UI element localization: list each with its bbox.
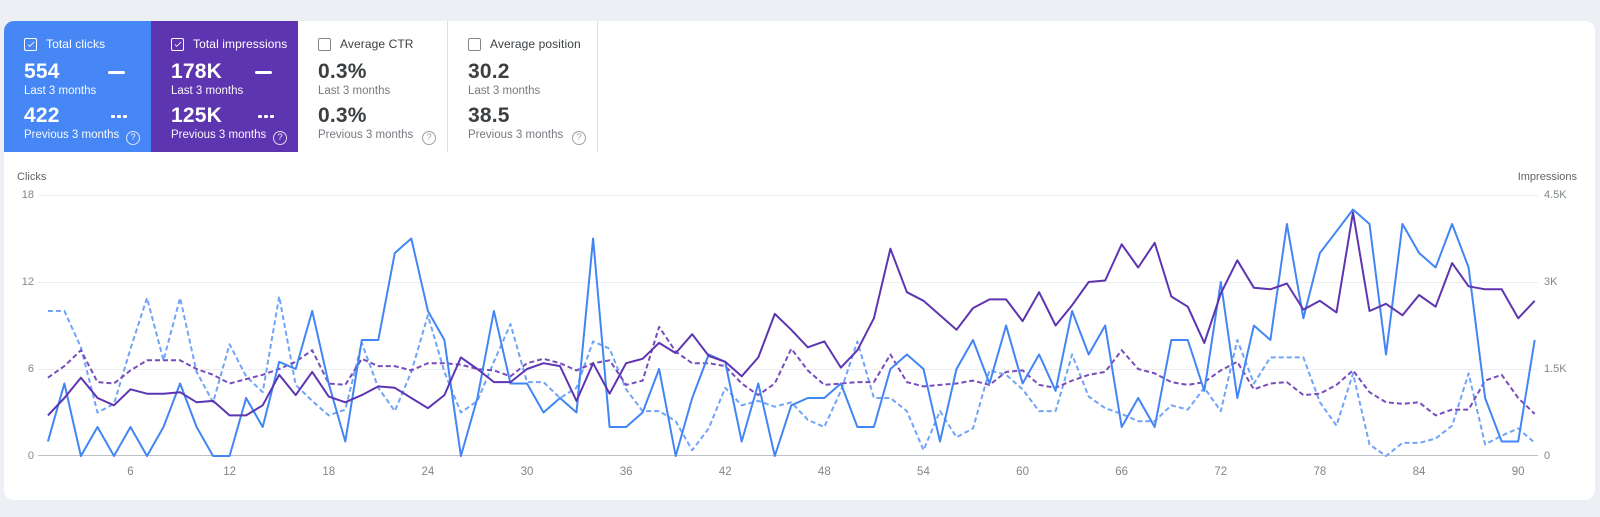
primary-value: 30.2 xyxy=(468,60,510,83)
secondary-caption: Previous 3 months xyxy=(24,129,120,141)
x-axis-tick: 60 xyxy=(1016,466,1029,478)
x-axis-tick: 48 xyxy=(817,466,831,478)
secondary-value: 422 xyxy=(24,104,60,127)
x-axis-tick: 66 xyxy=(1115,466,1129,478)
series-line-clicks-previous xyxy=(47,295,1536,457)
dashed-line-legend-icon xyxy=(111,114,127,118)
help-icon[interactable]: ? xyxy=(422,131,436,145)
chart-series-layer xyxy=(46,208,1536,457)
x-axis-tick: 12 xyxy=(223,466,237,478)
x-axis-tick: 18 xyxy=(322,466,336,478)
primary-caption: Last 3 months xyxy=(24,85,97,97)
metric-card-total-clicks[interactable]: Total clicks 554 Last 3 months 422 Previ… xyxy=(4,21,151,152)
secondary-caption: Previous 3 months xyxy=(468,129,564,141)
x-axis-labels: 6 12 18 24 30 36 42 48 54 60 66 72 78 84 90 xyxy=(38,466,1538,482)
x-axis-tick: 90 xyxy=(1511,466,1525,478)
x-axis-tick: 54 xyxy=(917,466,930,478)
series-line-impressions-current xyxy=(47,211,1536,417)
solid-line-legend-icon xyxy=(255,70,272,74)
checkbox-average-position-unchecked-icon[interactable] xyxy=(468,37,481,51)
x-axis-tick: 36 xyxy=(619,466,633,478)
primary-value: 554 xyxy=(24,60,60,83)
left-axis-title: Clicks xyxy=(17,171,47,183)
metric-card-average-ctr[interactable]: Average CTR 0.3% Last 3 months 0.3% Prev… xyxy=(298,21,448,152)
left-axis-tick: 6 xyxy=(27,363,34,375)
page-background: { "metric_cards": [ { "id":"total-clicks… xyxy=(0,0,1600,517)
x-axis-tick: 78 xyxy=(1313,466,1327,478)
metric-cards-row: Total clicks 554 Last 3 months 422 Previ… xyxy=(4,21,598,152)
checkbox-total-clicks-checked-icon[interactable] xyxy=(24,37,37,51)
right-axis-title: Impressions xyxy=(1517,171,1577,183)
x-axis-tick: 42 xyxy=(718,466,732,478)
performance-line-chart[interactable] xyxy=(38,195,1538,457)
x-axis-tick: 6 xyxy=(127,466,134,478)
checkbox-average-ctr-unchecked-icon[interactable] xyxy=(318,37,331,51)
secondary-caption: Previous 3 months xyxy=(171,129,267,141)
x-axis-tick: 72 xyxy=(1214,466,1228,478)
secondary-value: 38.5 xyxy=(468,104,510,127)
right-axis-tick: 4.5K xyxy=(1544,189,1567,201)
secondary-value: 0.3% xyxy=(318,104,367,127)
help-icon[interactable]: ? xyxy=(273,131,287,145)
primary-caption: Last 3 months xyxy=(468,85,541,97)
help-icon[interactable]: ? xyxy=(126,131,140,145)
primary-caption: Last 3 months xyxy=(171,85,244,97)
secondary-caption: Previous 3 months xyxy=(318,129,414,141)
secondary-value: 125K xyxy=(171,104,223,127)
series-line-clicks-current xyxy=(46,208,1536,457)
card-label: Total clicks xyxy=(46,37,106,51)
primary-caption: Last 3 months xyxy=(318,85,391,97)
right-axis-tick: 3K xyxy=(1544,276,1558,288)
card-label: Average position xyxy=(490,37,581,51)
x-axis-tick: 24 xyxy=(421,466,435,478)
left-axis-tick: 18 xyxy=(21,189,34,201)
primary-value: 0.3% xyxy=(318,60,367,83)
left-axis-tick: 0 xyxy=(27,450,34,462)
right-axis-tick: 1.5K xyxy=(1544,363,1567,375)
x-axis-tick: 30 xyxy=(520,466,534,478)
card-label: Total impressions xyxy=(193,37,288,51)
right-axis-tick: 0 xyxy=(1544,450,1551,462)
solid-line-legend-icon xyxy=(108,70,125,74)
dashed-line-legend-icon xyxy=(258,114,274,118)
left-axis-tick: 12 xyxy=(21,276,34,288)
metric-card-total-impressions[interactable]: Total impressions 178K Last 3 months 125… xyxy=(151,21,298,152)
checkbox-total-impressions-checked-icon[interactable] xyxy=(171,37,184,51)
help-icon[interactable]: ? xyxy=(572,131,586,145)
primary-value: 178K xyxy=(171,60,223,83)
x-axis-tick: 84 xyxy=(1412,466,1426,478)
metric-card-average-position[interactable]: Average position 30.2 Last 3 months 38.5… xyxy=(448,21,598,152)
card-label: Average CTR xyxy=(340,37,414,51)
